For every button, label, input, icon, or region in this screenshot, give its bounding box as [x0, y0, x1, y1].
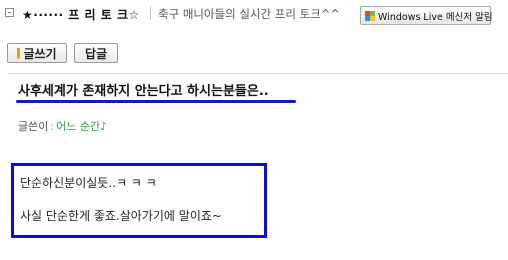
content-line: 단순하신분이실듯..ㅋ ㅋ ㅋ: [20, 176, 157, 190]
author-label: 글쓴이: [18, 120, 49, 133]
post-title: 사후세계가 존재하지 안는다고 하시는분들은..: [18, 84, 269, 99]
author-name[interactable]: 어느 순간♪: [56, 120, 107, 133]
content-line: 사실 단순한게 좋죠.살아가기에 말이죠~: [20, 209, 222, 223]
post-content: 단순하신분이실듯..ㅋ ㅋ ㅋ 사실 단순한게 좋죠.살아가기에 말이죠~: [11, 163, 267, 238]
divider: [8, 73, 508, 74]
windows-live-alert-label: Windows Live 메신저 알림: [378, 11, 493, 23]
board-title[interactable]: ★······ 프 리 토 크☆: [22, 6, 140, 23]
author-row: 글쓴이: 어느 순간♪: [18, 118, 107, 134]
windows-logo-icon: [365, 10, 375, 21]
pencil-icon: [17, 48, 21, 60]
header-divider: [150, 6, 151, 20]
menu-box-icon[interactable]: [5, 8, 14, 17]
write-button-label: 글쓰기: [23, 46, 57, 61]
board-subtitle: 축구 매니아들의 실시간 프리 토크^^: [158, 7, 341, 21]
windows-live-alert-button[interactable]: Windows Live 메신저 알림: [360, 6, 493, 25]
title-annotation-underline: [16, 100, 296, 103]
author-separator: :: [50, 120, 55, 133]
write-button[interactable]: 글쓰기: [7, 43, 67, 63]
board-header: ★······ 프 리 토 크☆ 축구 매니아들의 실시간 프리 토크^^ Wi…: [0, 0, 508, 32]
reply-button-label: 답글: [84, 46, 108, 61]
reply-button[interactable]: 답글: [74, 43, 118, 63]
